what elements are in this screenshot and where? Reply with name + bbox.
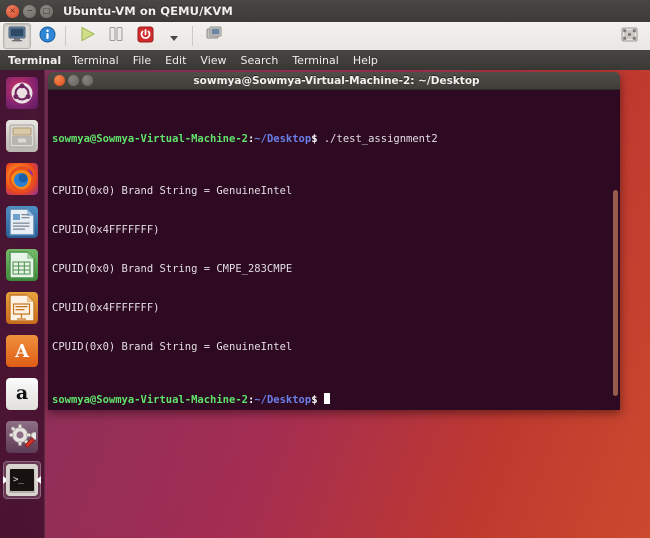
terminal-line: CPUID(0x0) Brand String = GenuineIntel: [52, 341, 293, 353]
launcher-item-libreoffice-calc[interactable]: [3, 246, 41, 284]
launcher-focused-indicator-right: [36, 476, 41, 484]
terminal-cursor: [323, 393, 330, 404]
menu-item-file[interactable]: File: [126, 54, 158, 67]
host-minimize-button[interactable]: −: [23, 4, 36, 18]
launcher-item-terminal[interactable]: >_: [3, 461, 41, 499]
toolbar-separator: [65, 26, 66, 46]
prompt-path: ~/Desktop: [254, 394, 312, 406]
ubuntu-logo-icon: [6, 77, 38, 109]
chevron-down-icon: [169, 27, 179, 46]
terminal-window[interactable]: sowmya@Sowmya-Virtual-Machine-2: ~/Deskt…: [48, 72, 620, 410]
launcher-item-amazon[interactable]: a: [3, 375, 41, 413]
system-settings-icon: [6, 421, 38, 453]
terminal-maximize-button[interactable]: [82, 75, 93, 86]
terminal-output-area[interactable]: sowmya@Sowmya-Virtual-Machine-2:~/Deskto…: [48, 90, 620, 410]
prompt-path: ~/Desktop: [254, 133, 312, 145]
take-snapshot-button[interactable]: [201, 24, 227, 48]
menu-item-search[interactable]: Search: [234, 54, 286, 67]
terminal-minimize-button[interactable]: [68, 75, 79, 86]
terminal-line: sowmya@Sowmya-Virtual-Machine-2:~/Deskto…: [52, 133, 620, 146]
shutdown-vm-button[interactable]: [132, 24, 158, 48]
libreoffice-calc-icon: [6, 249, 38, 281]
terminal-icon-glyph: >_: [10, 469, 34, 491]
launcher-item-files[interactable]: [3, 117, 41, 155]
terminal-text: sowmya@Sowmya-Virtual-Machine-2:~/Deskto…: [52, 94, 620, 410]
menu-item-edit[interactable]: Edit: [158, 54, 193, 67]
terminal-window-controls: [54, 75, 93, 86]
pause-icon: [108, 26, 124, 46]
host-window-title: Ubuntu-VM on QEMU/KVM: [63, 4, 233, 18]
shutdown-dropdown-button[interactable]: [161, 24, 187, 48]
host-close-button[interactable]: ×: [6, 4, 19, 18]
host-maximize-button[interactable]: □: [40, 4, 53, 18]
fullscreen-button[interactable]: [616, 24, 642, 48]
ubuntu-software-glyph: A: [15, 340, 29, 362]
launcher-item-ubuntu-software[interactable]: A: [3, 332, 41, 370]
run-vm-button[interactable]: [74, 24, 100, 48]
libreoffice-writer-icon: [6, 206, 38, 238]
launcher-item-libreoffice-writer[interactable]: [3, 203, 41, 241]
info-icon: [39, 26, 56, 47]
terminal-window-title: sowmya@Sowmya-Virtual-Machine-2: ~/Deskt…: [193, 74, 480, 87]
snapshot-icon: [206, 26, 223, 46]
fullscreen-icon: [621, 27, 638, 46]
amazon-icon: a: [6, 378, 38, 410]
amazon-glyph: a: [15, 382, 29, 405]
panel-app-name[interactable]: Terminal: [4, 54, 65, 67]
panel-menubar: Terminal File Edit View Search Terminal …: [65, 54, 385, 67]
prompt-user-host: sowmya@Sowmya-Virtual-Machine-2: [52, 133, 248, 145]
terminal-icon: >_: [6, 464, 38, 496]
terminal-titlebar: sowmya@Sowmya-Virtual-Machine-2: ~/Deskt…: [48, 72, 620, 90]
terminal-command: ./test_assignment2: [317, 133, 438, 145]
show-details-view-button[interactable]: [34, 24, 60, 48]
unity-top-panel: Terminal Terminal File Edit View Search …: [0, 50, 650, 70]
terminal-line: CPUID(0x4FFFFFFF): [52, 224, 160, 236]
firefox-icon: [6, 163, 38, 195]
files-icon: [6, 120, 38, 152]
terminal-close-button[interactable]: [54, 75, 65, 86]
libreoffice-impress-icon: [6, 292, 38, 324]
launcher-item-dash[interactable]: [3, 74, 41, 112]
ubuntu-software-icon: A: [6, 335, 38, 367]
menu-item-help[interactable]: Help: [346, 54, 385, 67]
monitor-icon: [8, 26, 26, 46]
launcher-item-libreoffice-impress[interactable]: [3, 289, 41, 327]
menu-item-terminal[interactable]: Terminal: [285, 54, 346, 67]
terminal-line: CPUID(0x0) Brand String = CMPE_283CMPE: [52, 263, 293, 275]
unity-launcher: A a >_: [0, 70, 45, 538]
toolbar-separator-2: [192, 26, 193, 46]
host-window-controls: × − □: [6, 4, 53, 18]
guest-desktop: Terminal Terminal File Edit View Search …: [0, 50, 650, 538]
power-icon: [137, 26, 154, 47]
prompt-user-host: sowmya@Sowmya-Virtual-Machine-2: [52, 394, 248, 406]
menu-item-terminal-app[interactable]: Terminal: [65, 54, 126, 67]
host-toolbar: [0, 22, 650, 51]
menu-item-view[interactable]: View: [193, 54, 233, 67]
launcher-item-firefox[interactable]: [3, 160, 41, 198]
terminal-line: sowmya@Sowmya-Virtual-Machine-2:~/Deskto…: [52, 393, 620, 406]
pause-vm-button[interactable]: [103, 24, 129, 48]
host-window-titlebar: × − □ Ubuntu-VM on QEMU/KVM: [0, 0, 650, 22]
screen: × − □ Ubuntu-VM on QEMU/KVM Terminal Ter…: [0, 0, 650, 538]
show-console-view-button[interactable]: [3, 23, 31, 49]
terminal-scrollbar[interactable]: [613, 190, 618, 396]
terminal-line: CPUID(0x0) Brand String = GenuineIntel: [52, 185, 293, 197]
play-icon: [79, 26, 96, 46]
terminal-line: CPUID(0x4FFFFFFF): [52, 302, 160, 314]
launcher-item-system-settings[interactable]: [3, 418, 41, 456]
